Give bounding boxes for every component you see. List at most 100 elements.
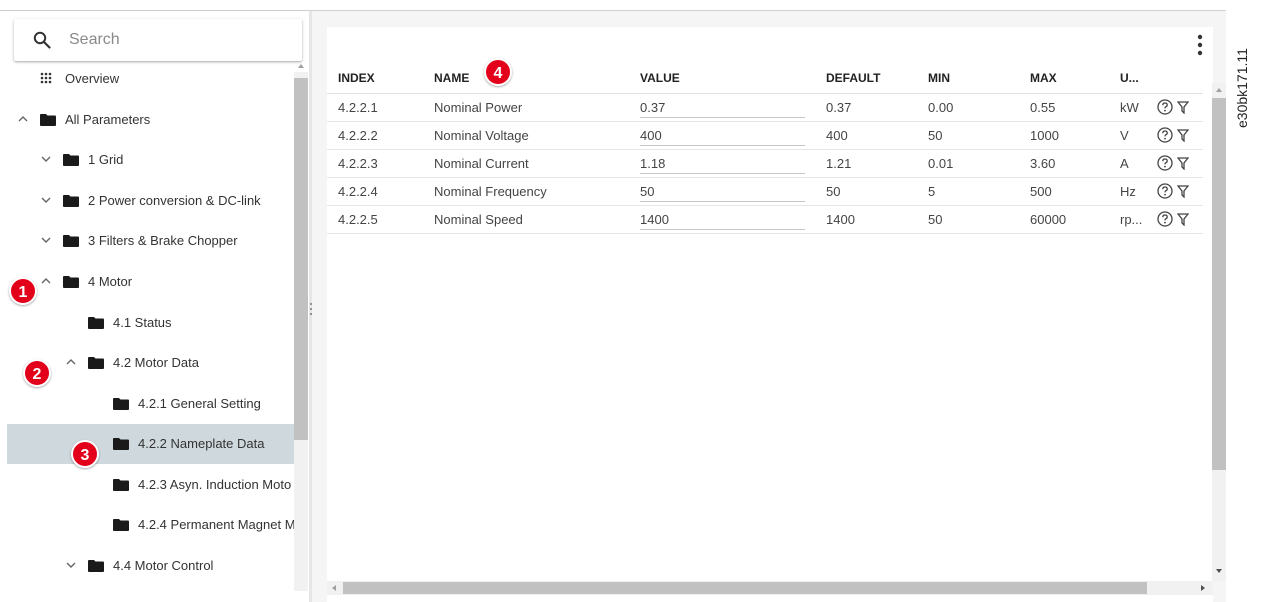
cell-unit: Hz xyxy=(1109,177,1153,206)
chevron-down-icon[interactable] xyxy=(40,194,52,206)
cell-max: 1000 xyxy=(1019,121,1109,150)
table-horizontal-scrollbar-thumb[interactable] xyxy=(343,582,1147,594)
cell-default: 1400 xyxy=(815,205,917,234)
column-header-min[interactable]: MIN xyxy=(917,63,1019,94)
cell-min: 50 xyxy=(917,121,1019,150)
tree-scroll-up-arrow-icon[interactable] xyxy=(298,64,304,68)
default-text: 0.37 xyxy=(826,99,852,115)
name-text: Nominal Current xyxy=(434,155,529,171)
tree-item[interactable]: 4 Motor xyxy=(7,262,294,302)
chevron-up-icon[interactable] xyxy=(40,275,52,287)
tree-item-label: 4.2.3 Asyn. Induction Moto xyxy=(138,477,292,492)
table-row[interactable]: 4.2.2.3 Nominal Current 1.18 1.21 0.01 3.60 A xyxy=(327,149,1203,178)
chevron-up-icon[interactable] xyxy=(65,356,77,368)
tree-item-label: 3 Filters & Brake Chopper xyxy=(88,233,238,248)
cell-index: 4.2.2.1 xyxy=(327,93,423,122)
cell-value[interactable]: 1400 xyxy=(629,205,815,234)
help-icon[interactable] xyxy=(1157,155,1173,171)
pin-icon[interactable] xyxy=(1177,212,1189,227)
scroll-left-arrow-icon[interactable] xyxy=(332,585,336,591)
folder-icon xyxy=(88,317,104,329)
column-header-actions xyxy=(1153,63,1203,94)
cell-name: Nominal Voltage xyxy=(423,121,629,150)
chevron-down-icon[interactable] xyxy=(40,153,52,165)
folder-icon xyxy=(113,519,129,531)
min-text: 50 xyxy=(928,127,943,143)
tree-item[interactable]: Overview xyxy=(7,59,294,99)
value-text[interactable]: 50 xyxy=(640,184,654,199)
min-text: 50 xyxy=(928,211,943,227)
cell-value[interactable]: 0.37 xyxy=(629,93,815,122)
chevron-down-icon[interactable] xyxy=(65,559,77,571)
tree-item[interactable]: 3 Filters & Brake Chopper xyxy=(7,221,294,261)
default-text: 400 xyxy=(826,127,848,143)
tree-item[interactable]: 4.2.3 Asyn. Induction Moto xyxy=(7,465,294,505)
column-header-default[interactable]: DEFAULT xyxy=(815,63,917,94)
help-icon[interactable] xyxy=(1157,99,1173,115)
name-text: Nominal Power xyxy=(434,99,523,115)
cell-index: 4.2.2.3 xyxy=(327,149,423,178)
cell-actions xyxy=(1153,205,1203,234)
search-box[interactable]: Search xyxy=(14,19,302,61)
column-header-name[interactable]: NAME xyxy=(423,63,629,94)
callout-badge: 4 xyxy=(484,58,512,86)
name-text: Nominal Speed xyxy=(434,211,523,227)
scroll-down-arrow-icon[interactable] xyxy=(1216,569,1222,573)
value-text[interactable]: 400 xyxy=(640,128,662,143)
value-text[interactable]: 1.18 xyxy=(640,156,665,171)
scroll-right-arrow-icon[interactable] xyxy=(1201,585,1205,591)
column-header-index[interactable]: INDEX xyxy=(327,63,423,94)
cell-max: 0.55 xyxy=(1019,93,1109,122)
table-vertical-scrollbar-thumb[interactable] xyxy=(1212,98,1226,470)
tree-scrollbar-thumb[interactable] xyxy=(294,78,308,440)
tree-item[interactable]: 1 Grid xyxy=(7,140,294,180)
cell-index: 4.2.2.5 xyxy=(327,205,423,234)
search-input[interactable]: Search xyxy=(69,31,120,49)
index-text: 4.2.2.2 xyxy=(338,127,378,143)
cell-unit: rp... xyxy=(1109,205,1153,234)
table-row[interactable]: 4.2.2.5 Nominal Speed 1400 1400 50 60000 rp... xyxy=(327,205,1203,234)
help-icon[interactable] xyxy=(1157,183,1173,199)
table-row[interactable]: 4.2.2.1 Nominal Power 0.37 0.37 0.00 0.55 kW xyxy=(327,93,1203,122)
cell-value[interactable]: 1.18 xyxy=(629,149,815,178)
pin-icon[interactable] xyxy=(1177,184,1189,199)
column-header-value[interactable]: VALUE xyxy=(629,63,815,94)
cell-value[interactable]: 400 xyxy=(629,121,815,150)
cell-index: 4.2.2.2 xyxy=(327,121,423,150)
column-header-unit[interactable]: U... xyxy=(1109,63,1153,94)
tree-item[interactable]: 4.2.2 Nameplate Data xyxy=(7,424,294,464)
tree-item[interactable]: 4.2.4 Permanent Magnet M xyxy=(7,505,296,545)
tree-item[interactable]: All Parameters xyxy=(7,100,294,140)
scroll-up-arrow-icon[interactable] xyxy=(1216,88,1222,92)
cell-min: 50 xyxy=(917,205,1019,234)
tree-item[interactable]: 4.1 Status xyxy=(7,303,294,343)
tree-item-label: 2 Power conversion & DC-link xyxy=(88,193,261,208)
pin-icon[interactable] xyxy=(1177,156,1189,171)
table-row[interactable]: 4.2.2.2 Nominal Voltage 400 400 50 1000 V xyxy=(327,121,1203,150)
chevron-up-icon[interactable] xyxy=(17,113,29,125)
table-header-row: INDEX NAME VALUE DEFAULT MIN MAX U... xyxy=(327,63,1203,94)
table-row[interactable]: 4.2.2.4 Nominal Frequency 50 50 5 500 Hz xyxy=(327,177,1203,206)
value-text[interactable]: 1400 xyxy=(640,212,669,227)
value-text[interactable]: 0.37 xyxy=(640,100,665,115)
cell-min: 5 xyxy=(917,177,1019,206)
chevron-down-icon[interactable] xyxy=(40,234,52,246)
cell-default: 1.21 xyxy=(815,149,917,178)
more-options-icon[interactable] xyxy=(1197,34,1203,56)
cell-value[interactable]: 50 xyxy=(629,177,815,206)
index-text: 4.2.2.4 xyxy=(338,183,378,199)
tree-item[interactable]: 2 Power conversion & DC-link xyxy=(7,181,294,221)
min-text: 5 xyxy=(928,183,936,199)
help-icon[interactable] xyxy=(1157,211,1173,227)
callout-badge: 2 xyxy=(23,359,51,387)
tree-item[interactable]: 4.2.1 General Setting xyxy=(7,384,294,424)
pin-icon[interactable] xyxy=(1177,100,1189,115)
column-header-max[interactable]: MAX xyxy=(1019,63,1109,94)
help-icon[interactable] xyxy=(1157,127,1173,143)
figure-code: e30bk171.11 xyxy=(1234,48,1250,128)
pin-icon[interactable] xyxy=(1177,128,1189,143)
tree-item-label: 4.2.1 General Setting xyxy=(138,396,261,411)
tree-item[interactable]: 4.4 Motor Control xyxy=(7,546,294,586)
cell-default: 400 xyxy=(815,121,917,150)
cell-name: Nominal Speed xyxy=(423,205,629,234)
